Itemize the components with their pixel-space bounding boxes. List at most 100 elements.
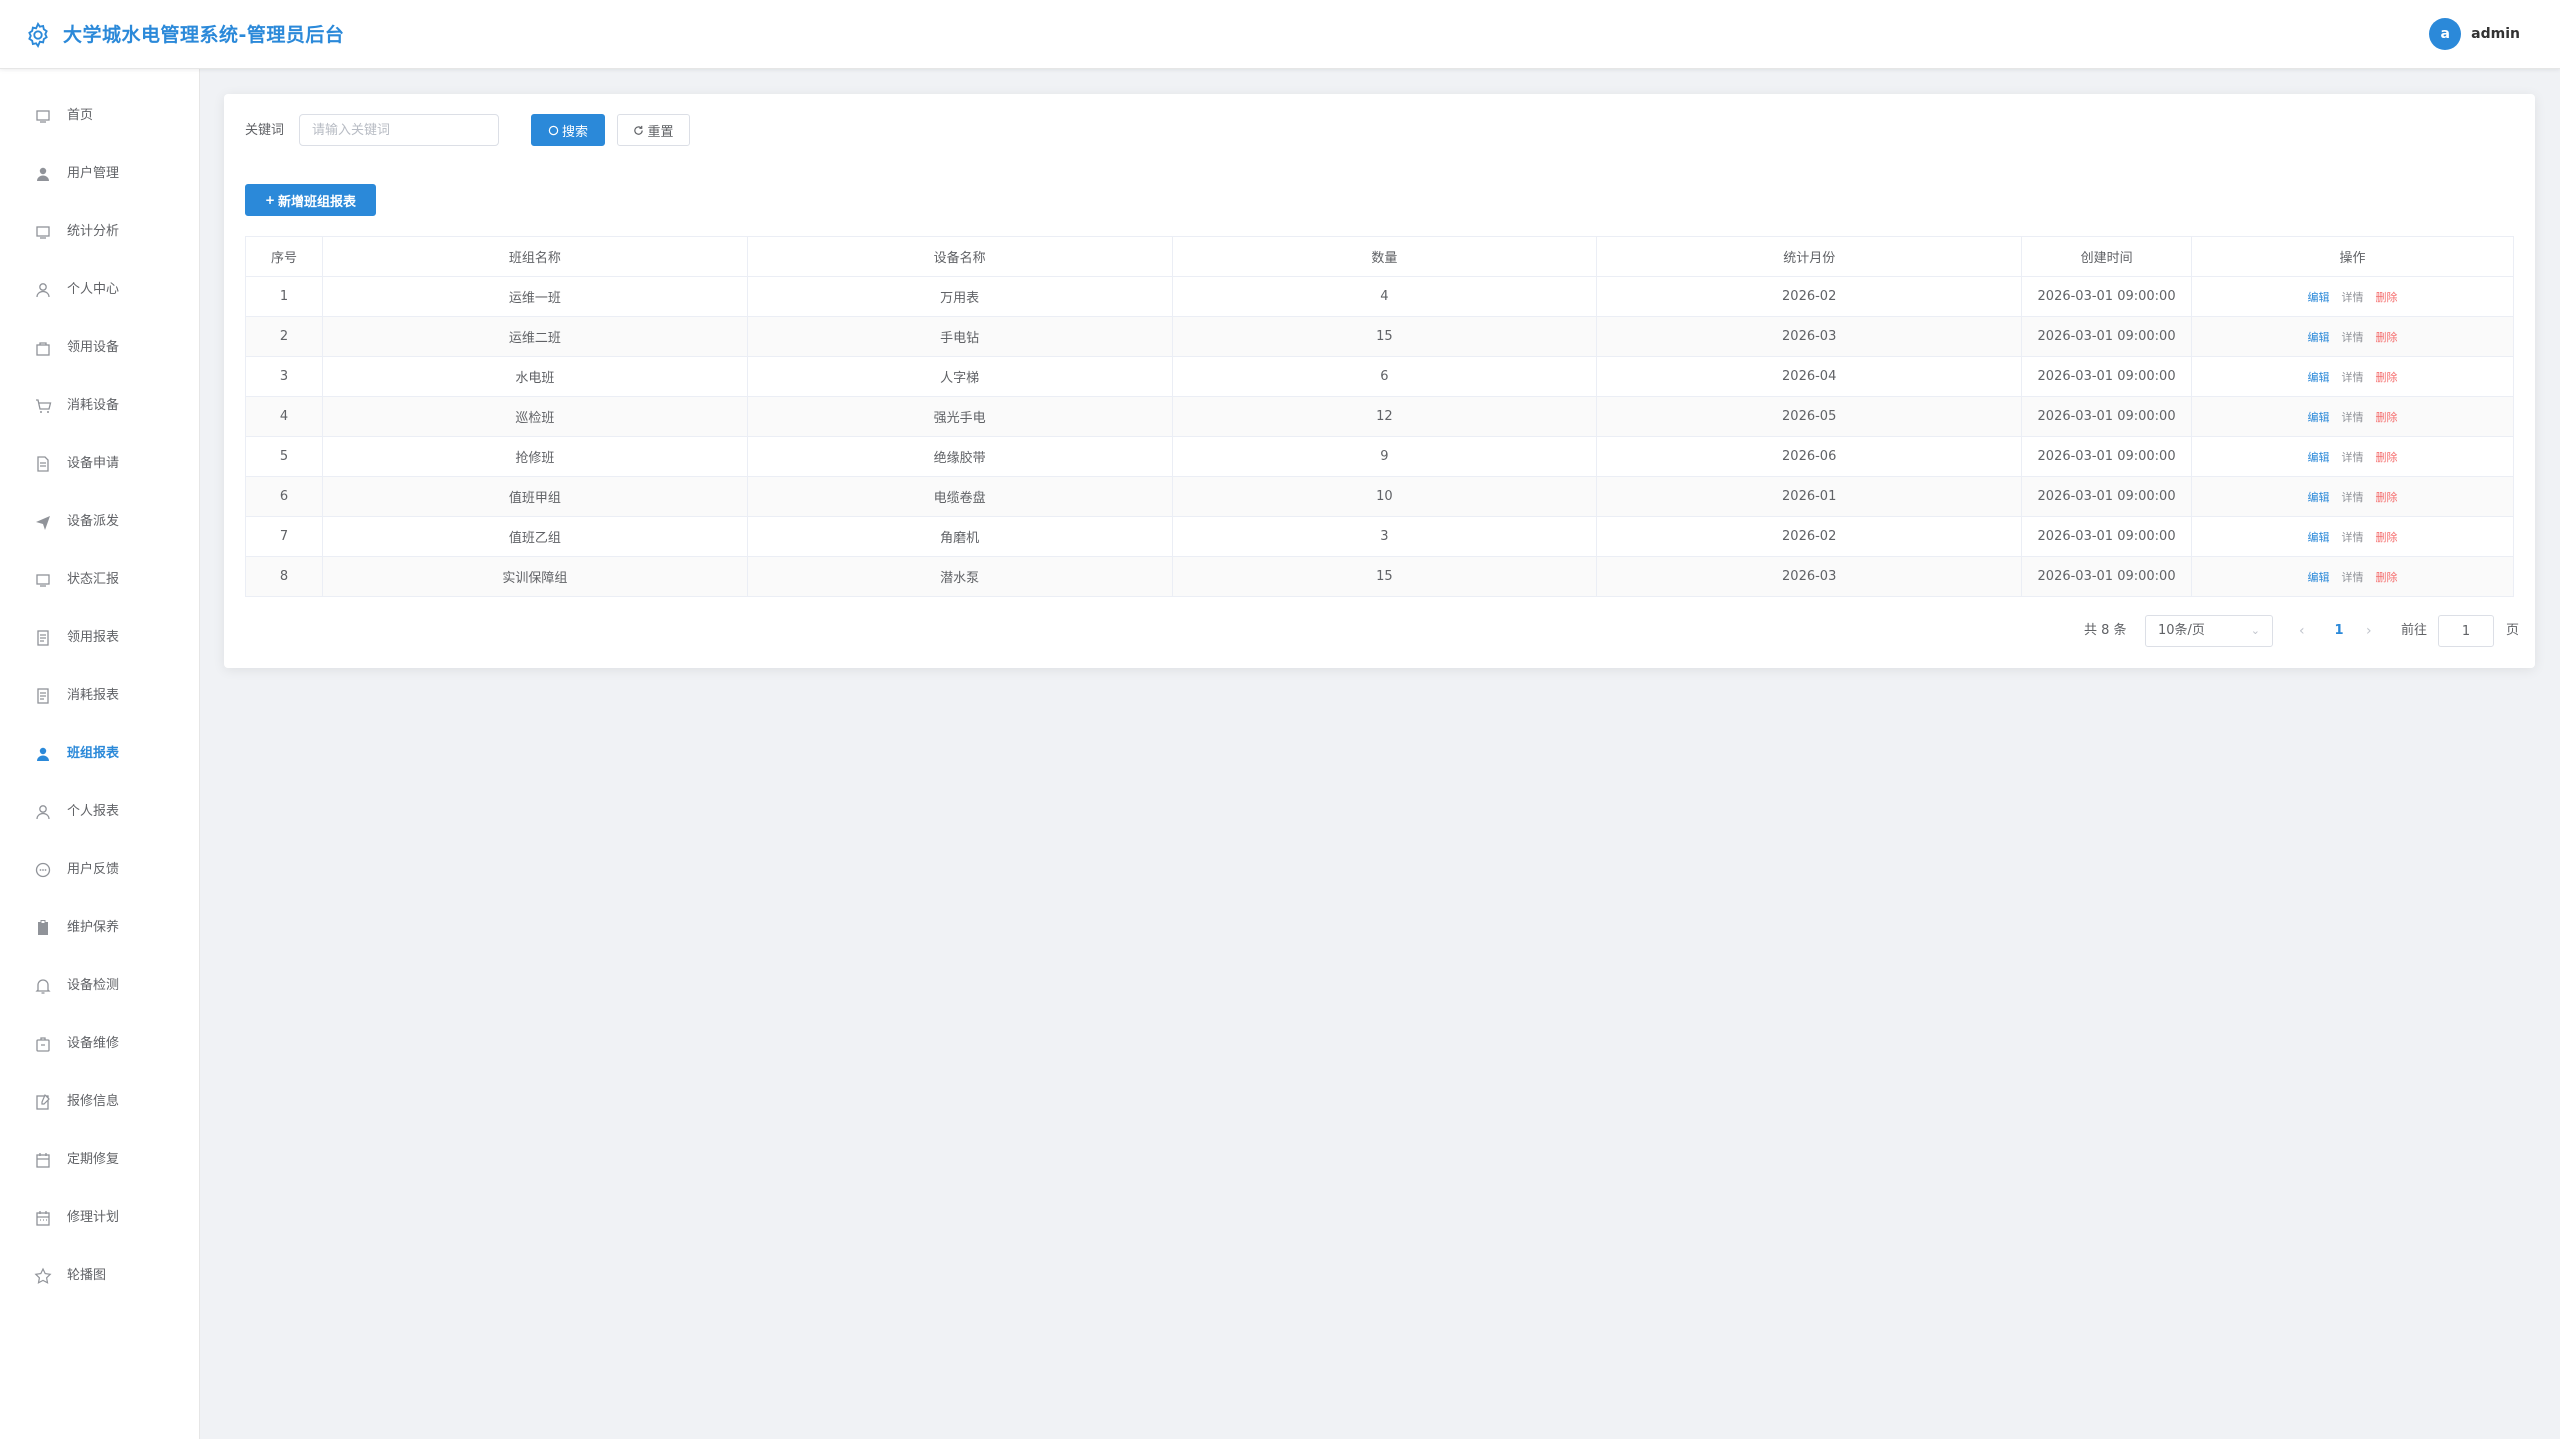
edit-link[interactable]: 编辑 bbox=[2308, 371, 2330, 384]
user-icon bbox=[37, 167, 49, 181]
delete-link[interactable]: 删除 bbox=[2376, 411, 2398, 424]
sidebar-item[interactable]: 统计分析 bbox=[0, 212, 199, 252]
sidebar-item[interactable]: 维护保养 bbox=[0, 908, 199, 948]
row-actions: 编辑 详情 删除 bbox=[2191, 276, 2514, 317]
table-cell: 2026-03-01 09:00:00 bbox=[2021, 516, 2193, 557]
delete-link[interactable]: 删除 bbox=[2376, 571, 2398, 584]
table-cell: 实训保障组 bbox=[322, 556, 748, 597]
sidebar-item[interactable]: 班组报表 bbox=[0, 734, 199, 774]
table-cell: 运维一班 bbox=[322, 276, 748, 317]
table-row: 5 抢修班 绝缘胶带 9 2026-06 2026-03-01 09:00:00 编辑 详情删… bbox=[245, 436, 2514, 477]
table-cell: 5 bbox=[245, 436, 323, 477]
page-number[interactable]: 1 bbox=[2329, 615, 2349, 647]
delete-link[interactable]: 删除 bbox=[2376, 331, 2398, 344]
table-cell: 2026-03-01 09:00:00 bbox=[2021, 556, 2193, 597]
detail-link[interactable]: 详情 bbox=[2342, 371, 2364, 384]
edit-link[interactable]: 编辑 bbox=[2308, 571, 2330, 584]
edit-link[interactable]: 编辑 bbox=[2308, 331, 2330, 344]
reset-button[interactable]: 重置 bbox=[617, 114, 690, 146]
goto-page-input[interactable] bbox=[2438, 615, 2494, 647]
sidebar-item[interactable]: 定期修复 bbox=[0, 1140, 199, 1180]
gear-icon bbox=[28, 21, 48, 49]
sidebar-item-label: 设备维修 bbox=[67, 1036, 120, 1051]
sidebar-item-label: 领用报表 bbox=[67, 630, 120, 645]
table-cell: 2026-04 bbox=[1596, 356, 2023, 397]
table-cell: 2026-03-01 09:00:00 bbox=[2021, 436, 2193, 477]
table-cell: 万用表 bbox=[747, 276, 1173, 317]
table-row: 6 值班甲组 电缆卷盘 10 2026-01 2026-03-01 09:00:00 编辑详… bbox=[245, 476, 2514, 517]
sidebar-item[interactable]: 设备维修 bbox=[0, 1024, 199, 1064]
detail-link[interactable]: 详情 bbox=[2342, 331, 2364, 344]
sidebar-item-label: 设备申请 bbox=[67, 456, 120, 471]
detail-link[interactable]: 详情 bbox=[2342, 531, 2364, 544]
calendar-grid-icon bbox=[36, 1211, 50, 1226]
sidebar-item[interactable]: 领用报表 bbox=[0, 618, 199, 658]
delete-link[interactable]: 删除 bbox=[2376, 491, 2398, 504]
search-button[interactable]: 搜索 bbox=[531, 114, 605, 146]
cart-icon bbox=[36, 399, 52, 413]
search-icon bbox=[548, 125, 559, 135]
sidebar-item-label: 用户管理 bbox=[67, 166, 120, 181]
sidebar-item-label: 维护保养 bbox=[67, 920, 120, 935]
team-report-table: 序号 班组名称 设备名称 数量 统计月份 创建时间 操作 1 运维一班 万用表 4 2026-02 2… bbox=[245, 236, 2514, 597]
sidebar-item[interactable]: 设备申请 bbox=[0, 444, 199, 484]
avatar[interactable]: a bbox=[2429, 18, 2462, 50]
edit-link[interactable]: 编辑 bbox=[2308, 451, 2330, 464]
search-button-label: 搜索 bbox=[561, 124, 588, 140]
table-cell: 2026-03-01 09:00:00 bbox=[2021, 476, 2193, 517]
next-page-icon[interactable]: › bbox=[2366, 615, 2372, 647]
sidebar-item[interactable]: 设备检测 bbox=[0, 966, 199, 1006]
detail-link[interactable]: 详情 bbox=[2342, 451, 2364, 464]
sidebar-item-label: 个人报表 bbox=[67, 804, 120, 819]
detail-link[interactable]: 详情 bbox=[2342, 411, 2364, 424]
detail-link[interactable]: 详情 bbox=[2342, 571, 2364, 584]
column-header: 统计月份 bbox=[1596, 236, 2023, 277]
sidebar-item-label: 设备检测 bbox=[67, 978, 120, 993]
sidebar-item[interactable]: 领用设备 bbox=[0, 328, 199, 368]
delete-link[interactable]: 删除 bbox=[2376, 451, 2398, 464]
detail-link[interactable]: 详情 bbox=[2342, 291, 2364, 304]
bag-icon bbox=[36, 342, 50, 356]
add-team-report-button[interactable]: + 新增班组报表 bbox=[245, 184, 376, 216]
column-header: 创建时间 bbox=[2021, 236, 2193, 277]
table-cell: 2026-01 bbox=[1596, 476, 2023, 517]
row-actions: 编辑 详情 删除 bbox=[2191, 556, 2514, 597]
column-header: 班组名称 bbox=[322, 236, 748, 277]
delete-link[interactable]: 删除 bbox=[2376, 531, 2398, 544]
sidebar-item[interactable]: 首页 bbox=[0, 96, 199, 136]
delete-link[interactable]: 删除 bbox=[2376, 291, 2398, 304]
sidebar-item[interactable]: 个人报表 bbox=[0, 792, 199, 832]
edit-link[interactable]: 编辑 bbox=[2308, 411, 2330, 424]
sidebar-item[interactable]: 轮播图 bbox=[0, 1256, 199, 1296]
table-cell: 绝缘胶带 bbox=[747, 436, 1173, 477]
detail-link[interactable]: 详情 bbox=[2342, 491, 2364, 504]
edit-doc-icon bbox=[36, 1093, 50, 1110]
edit-link[interactable]: 编辑 bbox=[2308, 291, 2330, 304]
sidebar-item[interactable]: 用户反馈 bbox=[0, 850, 199, 890]
monitor-icon bbox=[36, 574, 50, 587]
table-cell: 1 bbox=[245, 276, 323, 317]
delete-link[interactable]: 删除 bbox=[2376, 371, 2398, 384]
pagination: 共 8 条 10条/页 ⌄ ‹ 1 › 前往 页 bbox=[224, 615, 2535, 647]
edit-link[interactable]: 编辑 bbox=[2308, 491, 2330, 504]
sidebar-item[interactable]: 修理计划 bbox=[0, 1198, 199, 1238]
user-menu[interactable]: a admin bbox=[2429, 18, 2520, 50]
home-icon bbox=[36, 110, 50, 123]
sidebar-item[interactable]: 报修信息 bbox=[0, 1082, 199, 1122]
sidebar-item[interactable]: 状态汇报 bbox=[0, 560, 199, 600]
page-size-select[interactable]: 10条/页 ⌄ bbox=[2145, 615, 2273, 647]
table-cell: 6 bbox=[1172, 356, 1598, 397]
sidebar-item[interactable]: 个人中心 bbox=[0, 270, 199, 310]
edit-link[interactable]: 编辑 bbox=[2308, 531, 2330, 544]
username[interactable]: admin bbox=[2471, 26, 2520, 42]
sidebar-item-label: 报修信息 bbox=[67, 1094, 120, 1109]
sidebar-item-label: 班组报表 bbox=[67, 746, 120, 761]
plus-icon: + bbox=[264, 193, 276, 207]
keyword-input[interactable] bbox=[299, 114, 499, 146]
sidebar-item[interactable]: 消耗报表 bbox=[0, 676, 199, 716]
sidebar-item[interactable]: 设备派发 bbox=[0, 502, 199, 542]
table-cell: 7 bbox=[245, 516, 323, 557]
sidebar-item[interactable]: 用户管理 bbox=[0, 154, 199, 194]
prev-page-icon[interactable]: ‹ bbox=[2299, 615, 2305, 647]
sidebar-item[interactable]: 消耗设备 bbox=[0, 386, 199, 426]
